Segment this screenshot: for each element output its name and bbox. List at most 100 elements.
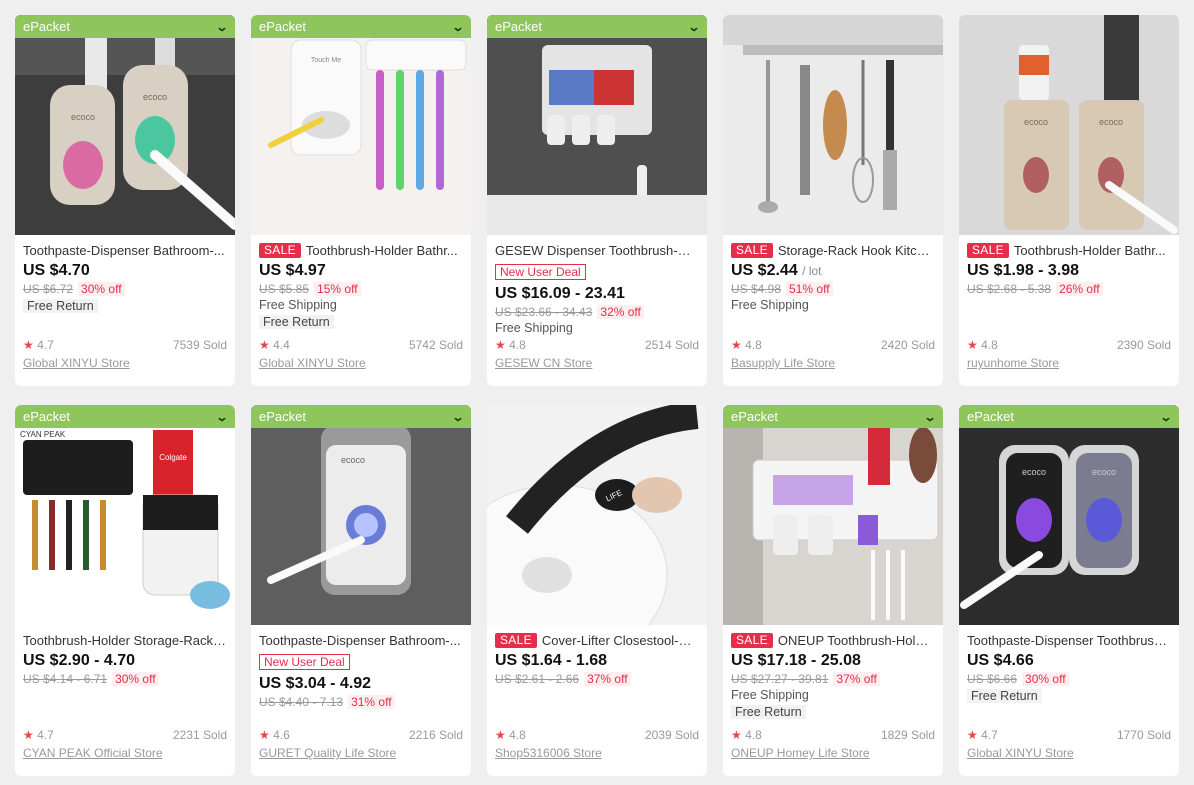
shipping-info: Free Shipping (731, 688, 809, 702)
product-title[interactable]: Toothbrush-Holder Bathr... (306, 243, 458, 258)
store-link[interactable]: GESEW CN Store (495, 356, 699, 370)
badge-label: ePacket (23, 409, 70, 424)
sold-count: 5742 Sold (408, 338, 463, 352)
product-title[interactable]: Toothpaste-Dispenser Toothbrush... (967, 633, 1171, 648)
chevron-down-icon[interactable]: ⌄ (923, 410, 936, 424)
original-price: US $6.72 (23, 282, 74, 296)
price: US $4.97 (259, 262, 326, 279)
product-image[interactable] (723, 15, 943, 235)
product-title[interactable]: Toothpaste-Dispenser Bathroom-... (23, 243, 225, 258)
price-value: US $2.44 (731, 262, 798, 279)
product-image[interactable] (723, 405, 943, 625)
epacket-badge: ePacket ⌄ (487, 15, 707, 38)
brand-text: ecoco (71, 112, 95, 122)
store-link[interactable]: Basupply Life Store (731, 356, 935, 370)
brand-text: ecoco (1022, 467, 1046, 477)
product-card[interactable]: ePacket ⌄ ecoco Toothpaste-Dispenser Bath… (251, 405, 471, 776)
product-card[interactable]: ePacket ⌄ CYAN PEAK Colgate Toothbrush-Ho… (15, 405, 235, 776)
product-title[interactable]: GESEW Dispenser Toothbrush-Hol... (495, 243, 699, 258)
price-unit: / lot (802, 264, 822, 278)
store-link[interactable]: Global XINYU Store (259, 356, 463, 370)
product-image[interactable]: ecoco ecoco (15, 15, 235, 235)
product-card[interactable]: ePacket ⌄ ecoco ecoco Toothpaste-Dispense… (15, 15, 235, 386)
sold-count: 1829 Sold (880, 728, 935, 742)
product-image[interactable]: Touch Me (251, 15, 471, 235)
badge-label: ePacket (495, 19, 542, 34)
rating: 4.4 (273, 338, 290, 352)
sale-badge: SALE (259, 243, 301, 258)
product-image[interactable]: CYAN PEAK Colgate (15, 405, 235, 625)
store-link[interactable]: CYAN PEAK Official Store (23, 746, 227, 760)
svg-text:Colgate: Colgate (159, 453, 187, 462)
product-card[interactable]: LIFE SALE Cover-Lifter Closestool-Co... U… (487, 405, 707, 776)
sale-badge: SALE (731, 633, 773, 648)
sold-count: 1770 Sold (1116, 728, 1171, 742)
star-icon: ★ (967, 338, 978, 352)
chevron-down-icon[interactable]: ⌄ (215, 20, 228, 34)
product-image[interactable]: ecoco ecoco (959, 405, 1179, 625)
star-icon: ★ (967, 728, 978, 742)
product-title[interactable]: ONEUP Toothbrush-Holde... (778, 633, 935, 648)
product-image[interactable] (487, 15, 707, 235)
price: US $3.04 - 4.92 (259, 675, 372, 692)
chevron-down-icon[interactable]: ⌄ (451, 20, 464, 34)
discount: 37% off (833, 672, 880, 686)
discount: 30% off (112, 672, 159, 686)
epacket-badge: ePacket ⌄ (251, 405, 471, 428)
original-price: US $6.66 (967, 672, 1018, 686)
chevron-down-icon[interactable]: ⌄ (1159, 410, 1172, 424)
rating: 4.7 (37, 728, 54, 742)
original-price: US $2.61 - 2.66 (495, 672, 580, 686)
rating: 4.8 (981, 338, 998, 352)
product-title[interactable]: Cover-Lifter Closestool-Co... (542, 633, 699, 648)
product-image[interactable]: LIFE (487, 405, 707, 625)
chevron-down-icon[interactable]: ⌄ (215, 410, 228, 424)
product-card[interactable]: ePacket ⌄ SALE ONEUP Toothbrush-Holde... U… (723, 405, 943, 776)
chevron-down-icon[interactable]: ⌄ (451, 410, 464, 424)
store-link[interactable]: ruyunhome Store (967, 356, 1171, 370)
price: US $17.18 - 25.08 (731, 652, 861, 669)
chevron-down-icon[interactable]: ⌄ (687, 20, 700, 34)
store-link[interactable]: GURET Quality Life Store (259, 746, 463, 760)
discount: 31% off (348, 695, 395, 709)
product-image[interactable]: ecoco ecoco (959, 15, 1179, 235)
epacket-badge: ePacket ⌄ (959, 405, 1179, 428)
store-link[interactable]: Global XINYU Store (967, 746, 1171, 760)
store-link[interactable]: Global XINYU Store (23, 356, 227, 370)
sold-count: 2514 Sold (644, 338, 699, 352)
product-card[interactable]: ePacket ⌄ ecoco ecoco Toothpaste-Dispense… (959, 405, 1179, 776)
brand-text: CYAN PEAK (20, 430, 66, 439)
product-title[interactable]: Toothbrush-Holder Storage-Rack B... (23, 633, 227, 648)
rating: 4.7 (37, 338, 54, 352)
new-user-deal-badge: New User Deal (495, 264, 586, 280)
sale-badge: SALE (495, 633, 537, 648)
brand-text: ecoco (1024, 117, 1048, 127)
free-return-tag: Free Return (259, 315, 334, 329)
price: US $4.70 (23, 262, 90, 279)
shipping-info: Free Shipping (731, 298, 809, 312)
star-icon: ★ (731, 728, 742, 742)
sold-count: 2039 Sold (644, 728, 699, 742)
product-card[interactable]: ePacket ⌄ Touch Me SALE Toothbrush-Holder … (251, 15, 471, 386)
product-title[interactable]: Toothpaste-Dispenser Bathroom-... (259, 633, 461, 648)
product-image[interactable]: ecoco (251, 405, 471, 625)
product-card[interactable]: ePacket ⌄ GESEW Dispenser Toothbrush-Hol.… (487, 15, 707, 386)
product-title[interactable]: Storage-Rack Hook Kitche... (778, 243, 935, 258)
price: US $4.66 (967, 652, 1034, 669)
product-card[interactable]: SALE Storage-Rack Hook Kitche... US $2.44… (723, 15, 943, 386)
discount: 30% off (1022, 672, 1069, 686)
product-card[interactable]: ecoco ecoco SALE Toothbrush-Holder Bathr.… (959, 15, 1179, 386)
store-link[interactable]: Shop5316006 Store (495, 746, 699, 760)
new-user-deal-badge: New User Deal (259, 654, 350, 670)
sale-badge: SALE (967, 243, 1009, 258)
svg-text:ecoco: ecoco (1099, 117, 1123, 127)
product-title[interactable]: Toothbrush-Holder Bathr... (1014, 243, 1166, 258)
star-icon: ★ (23, 338, 34, 352)
store-link[interactable]: ONEUP Homey Life Store (731, 746, 935, 760)
badge-label: ePacket (731, 409, 778, 424)
price: US $2.44 / lot (731, 262, 935, 280)
epacket-badge: ePacket ⌄ (15, 405, 235, 428)
star-icon: ★ (731, 338, 742, 352)
free-return-tag: Free Return (731, 705, 806, 719)
svg-text:ecoco: ecoco (143, 92, 167, 102)
